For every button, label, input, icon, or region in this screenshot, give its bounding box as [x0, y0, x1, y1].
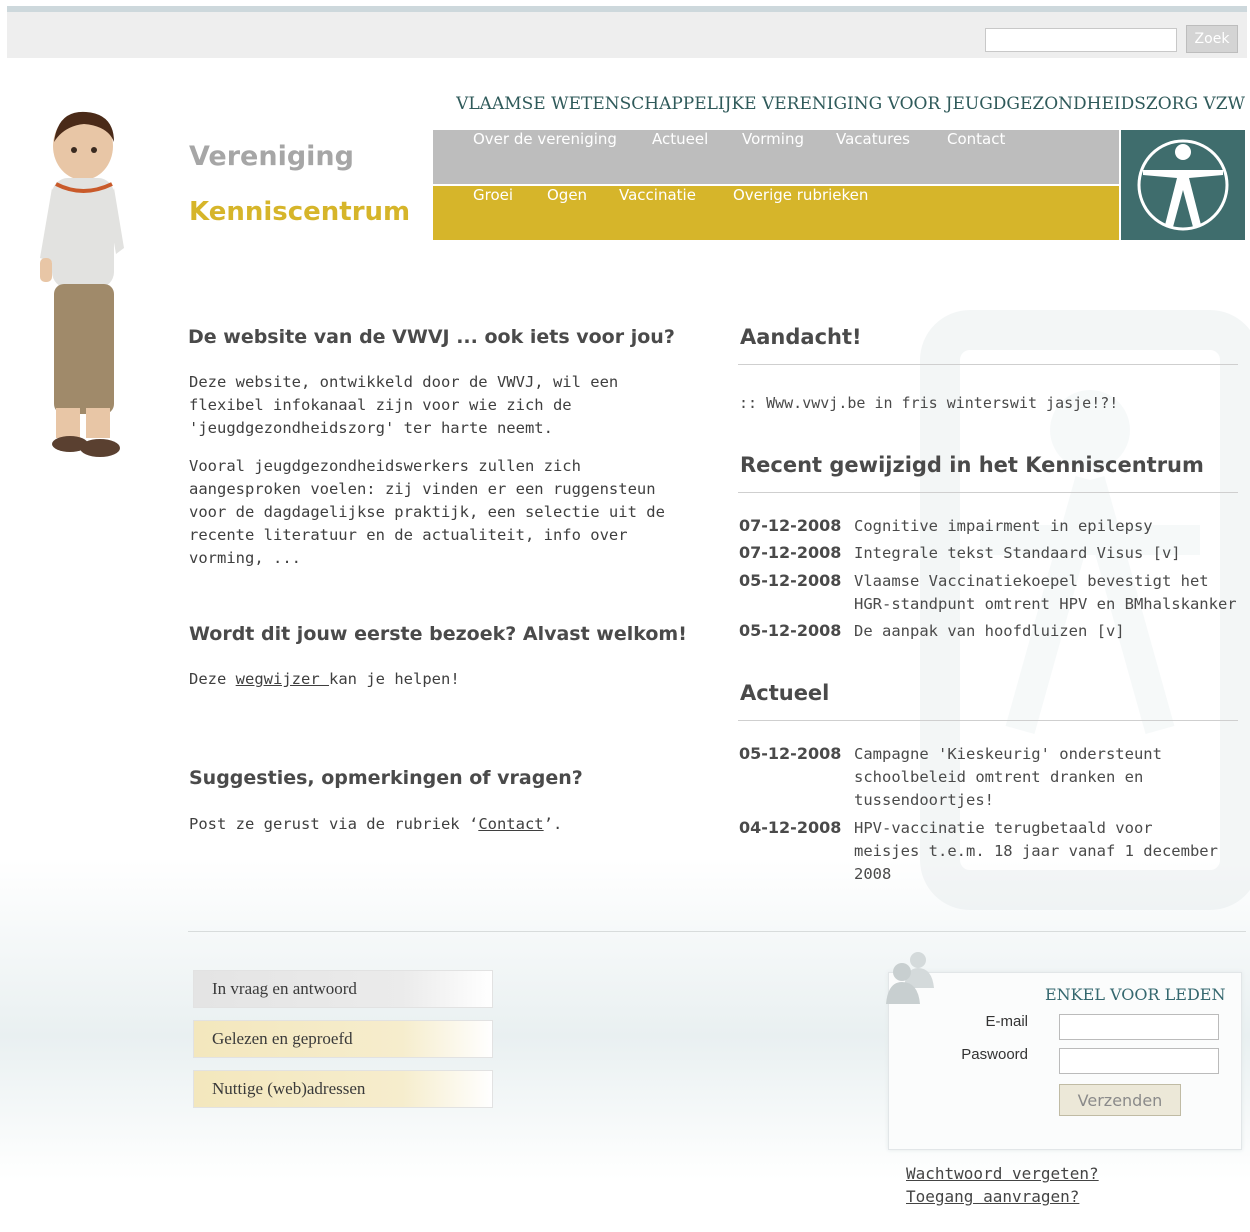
intro-heading: De website van de VWVJ ... ook iets voor… [188, 326, 675, 348]
suggestions-heading: Suggesties, opmerkingen of vragen? [189, 767, 583, 789]
recent-title[interactable]: Integrale tekst Standaard Visus [v] [854, 542, 1244, 565]
nav-vereniging: Over de vereniging Actueel Vorming Vacat… [433, 130, 1119, 184]
email-label: E-mail [985, 1013, 1028, 1030]
divider [738, 364, 1238, 365]
child-photo [40, 111, 124, 457]
recent-title[interactable]: De aanpak van hoofdluizen [v] [854, 620, 1244, 643]
forgot-password-link[interactable]: Wachtwoord vergeten? [906, 1164, 1099, 1183]
attention-item[interactable]: :: Www.vwvj.be in fris winterswit jasje!… [739, 394, 1118, 412]
password-label: Paswoord [961, 1046, 1028, 1063]
welcome-text-after: kan je helpen! [329, 670, 460, 688]
attention-heading: Aandacht! [740, 325, 862, 349]
actueel-title[interactable]: HPV-vaccinatie terugbetaald voor meisjes… [854, 817, 1224, 886]
recent-date: 05-12-2008 [739, 621, 842, 640]
in-vraag-en-antwoord-button[interactable]: In vraag en antwoord [193, 970, 493, 1008]
nuttige-webadressen-button[interactable]: Nuttige (web)adressen [193, 1070, 493, 1108]
recent-title[interactable]: Cognitive impairment in epilepsy [854, 515, 1244, 538]
members-group-icon [886, 952, 934, 1004]
vwvj-logo[interactable] [1121, 130, 1245, 240]
actueel-date: 04-12-2008 [739, 818, 842, 837]
request-access-link[interactable]: Toegang aanvragen? [906, 1187, 1079, 1206]
nav-actueel[interactable]: Actueel [652, 130, 708, 148]
gelezen-en-geproefd-button[interactable]: Gelezen en geproefd [193, 1020, 493, 1058]
vitruvian-figure-icon [1137, 139, 1229, 231]
nav-over-de-vereniging[interactable]: Over de vereniging [473, 130, 617, 148]
actueel-title[interactable]: Campagne 'Kieskeurig' ondersteunt school… [854, 743, 1174, 812]
quote-close: ’. [543, 815, 563, 833]
password-field[interactable] [1059, 1048, 1219, 1074]
recent-date: 07-12-2008 [739, 543, 842, 562]
section-title-vereniging: Vereniging [189, 141, 354, 172]
footer-divider [188, 931, 1246, 932]
recent-date: 07-12-2008 [739, 516, 842, 535]
quote-open: ‘ [468, 815, 479, 833]
recent-title[interactable]: Vlaamse Vaccinatiekoepel bevestigt het H… [854, 570, 1244, 616]
recent-date: 05-12-2008 [739, 571, 842, 590]
email-field[interactable] [1059, 1014, 1219, 1040]
contact-link[interactable]: Contact [478, 815, 543, 833]
nav-vorming[interactable]: Vorming [742, 130, 804, 148]
nav-kenniscentrum: Groei Ogen Vaccinatie Overige rubrieken [433, 186, 1119, 240]
recent-heading: Recent gewijzigd in het Kenniscentrum [740, 453, 1204, 477]
suggestions-text: Post ze gerust via de rubriek ‘Contact’. [189, 813, 689, 836]
wegwijzer-link[interactable]: wegwijzer [236, 670, 329, 688]
welcome-heading: Wordt dit jouw eerste bezoek? Alvast wel… [189, 623, 687, 645]
nav-vaccinatie[interactable]: Vaccinatie [619, 186, 696, 204]
section-title-kenniscentrum: Kenniscentrum [189, 197, 411, 227]
intro-paragraph-1: Deze website, ontwikkeld door de VWVJ, w… [189, 373, 619, 437]
nav-overige-rubrieken[interactable]: Overige rubrieken [733, 186, 868, 204]
search-button[interactable]: Zoek [1186, 25, 1238, 53]
nav-vacatures[interactable]: Vacatures [836, 130, 910, 148]
actueel-heading: Actueel [740, 681, 830, 705]
divider [738, 492, 1238, 493]
organization-name: VLAAMSE WETENSCHAPPELIJKE VERENIGING VOO… [456, 94, 1245, 114]
welcome-text: Deze wegwijzer kan je helpen! [189, 668, 689, 691]
suggestions-text-before: Post ze gerust via de rubriek [189, 815, 469, 833]
login-title: ENKEL VOOR LEDEN [1045, 985, 1226, 1004]
nav-ogen[interactable]: Ogen [547, 186, 587, 204]
search-input[interactable] [985, 28, 1177, 52]
intro-paragraph-2: Vooral jeugdgezondheidswerkers zullen zi… [189, 457, 665, 567]
welcome-text-before: Deze [189, 670, 236, 688]
actueel-date: 05-12-2008 [739, 744, 842, 763]
login-submit-button[interactable]: Verzenden [1059, 1084, 1181, 1116]
nav-groei[interactable]: Groei [473, 186, 513, 204]
nav-contact[interactable]: Contact [947, 130, 1005, 148]
divider [738, 720, 1238, 721]
